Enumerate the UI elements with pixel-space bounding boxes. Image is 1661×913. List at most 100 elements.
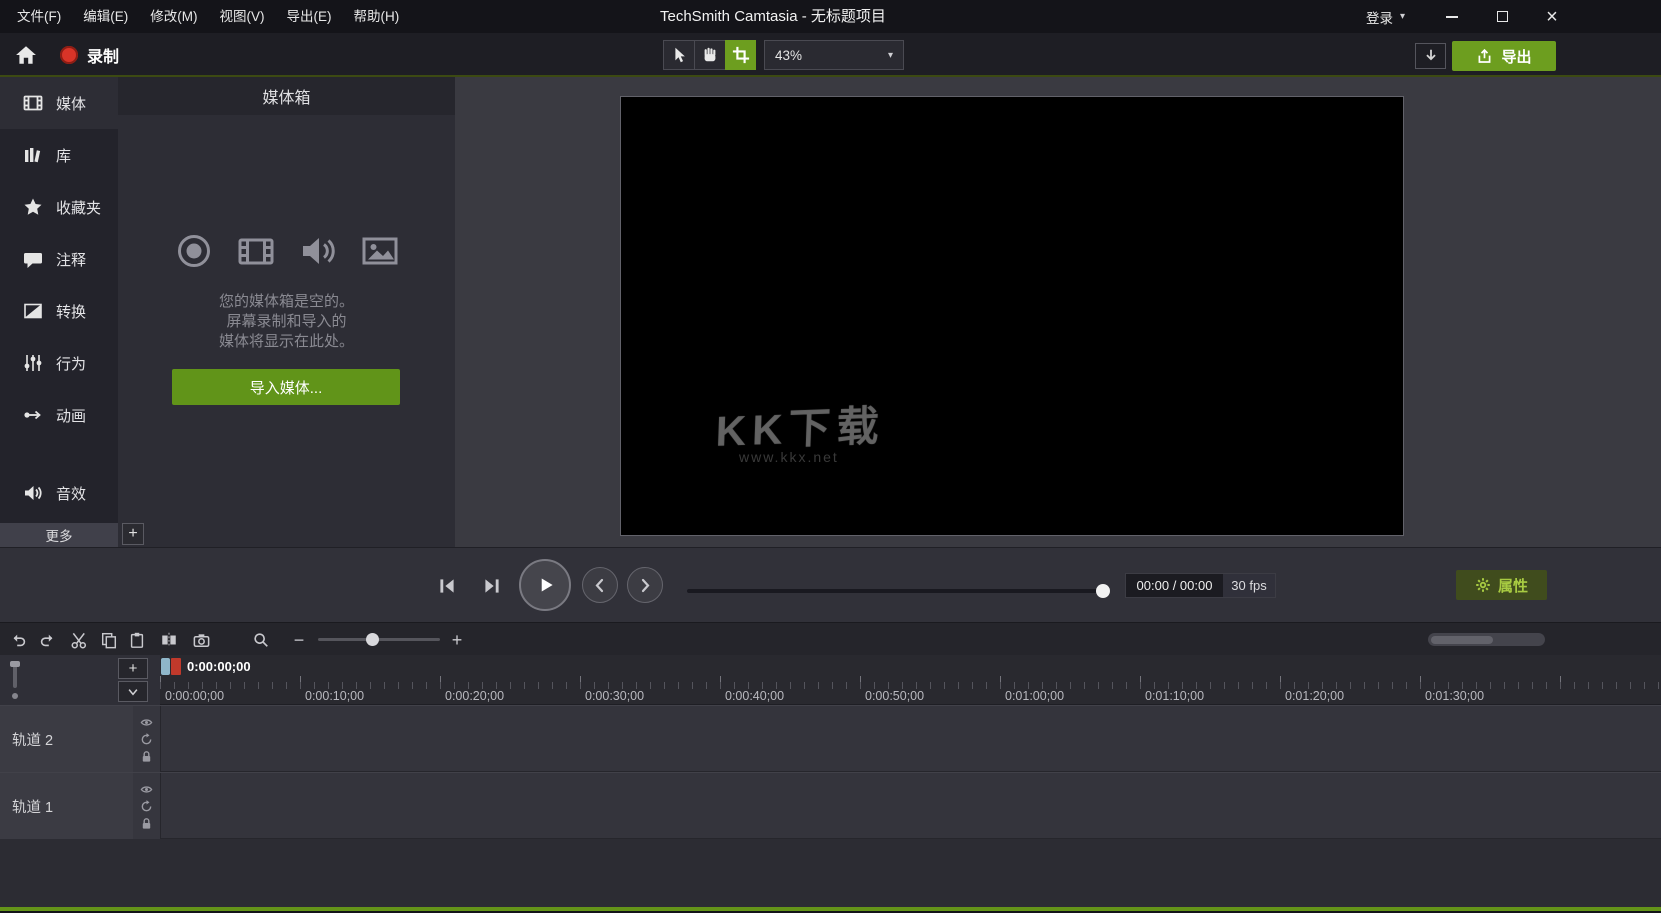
playhead-out-handle[interactable] xyxy=(171,658,181,675)
callout-icon xyxy=(23,249,43,269)
video-preview[interactable]: KK下载 www.kkx.net xyxy=(620,96,1404,536)
scrubber-knob[interactable] xyxy=(1096,584,1110,598)
media-bin-empty-icons xyxy=(118,232,455,270)
download-icon xyxy=(1422,47,1440,65)
minimize-button[interactable] xyxy=(1427,0,1477,33)
timeline-fit-bar[interactable] xyxy=(1428,633,1545,646)
home-button[interactable] xyxy=(12,42,40,68)
lock-icon[interactable] xyxy=(140,817,153,830)
next-frame-button[interactable] xyxy=(474,568,510,604)
sidebar-item-annotations[interactable]: 注释 xyxy=(0,233,118,285)
timeline-fit-thumb[interactable] xyxy=(1431,636,1493,644)
track-1-header[interactable]: 轨道 1 xyxy=(0,773,133,839)
timeline-zoom-slider[interactable] xyxy=(318,638,440,641)
jump-back-button[interactable] xyxy=(582,567,618,603)
undo-icon xyxy=(10,631,28,649)
close-button[interactable]: × xyxy=(1527,0,1577,33)
timeline-ruler[interactable]: 0:00:00;00 0:00:10;00 0:00:20;00 0:00:30… xyxy=(160,655,1661,705)
track-row: 轨道 2 xyxy=(0,705,1661,772)
previous-frame-icon xyxy=(436,575,458,597)
menu-help[interactable]: 帮助(H) xyxy=(343,0,411,33)
track-name: 轨道 1 xyxy=(12,796,53,817)
track-height-knob[interactable] xyxy=(10,661,20,667)
add-media-button[interactable]: + xyxy=(122,523,144,545)
sidebar-item-audio-effects[interactable]: 音效 xyxy=(0,467,118,519)
chevron-right-icon xyxy=(635,575,655,595)
maximize-button[interactable] xyxy=(1477,0,1527,33)
zoom-level-value: 43% xyxy=(775,48,888,63)
sidebar-item-library[interactable]: 库 xyxy=(0,129,118,181)
cursor-tool-button[interactable] xyxy=(663,40,694,70)
menu-view[interactable]: 视图(V) xyxy=(209,0,276,33)
ruler-label: 0:01:10;00 xyxy=(1145,689,1204,703)
sidebar-item-media[interactable]: 媒体 xyxy=(0,77,118,129)
menu-modify[interactable]: 修改(M) xyxy=(139,0,208,33)
copy-button[interactable] xyxy=(98,629,120,651)
home-icon xyxy=(15,44,37,66)
track-2-header[interactable]: 轨道 2 xyxy=(0,706,133,772)
record-label: 录制 xyxy=(87,43,119,67)
main-toolbar: 录制 43% ▾ 导出 xyxy=(0,33,1661,77)
paste-icon xyxy=(128,631,146,649)
zoom-in-button[interactable]: + xyxy=(446,629,468,651)
sidebar-item-animations[interactable]: 动画 xyxy=(0,389,118,441)
film-icon xyxy=(237,232,275,270)
ruler-label: 0:01:00;00 xyxy=(1005,689,1064,703)
track-2-content[interactable] xyxy=(160,706,1661,772)
tools-sidebar: 媒体 库 收藏夹 注释 转换 行为 动画 音效 xyxy=(0,77,118,547)
loop-icon[interactable] xyxy=(140,733,153,746)
speaker-icon xyxy=(299,232,337,270)
track-1-content[interactable] xyxy=(160,773,1661,839)
collapse-tracks-button[interactable] xyxy=(118,681,148,702)
crop-tool-button[interactable] xyxy=(725,40,756,70)
redo-button[interactable] xyxy=(36,629,58,651)
lock-icon[interactable] xyxy=(140,750,153,763)
timeline-zoom-knob[interactable] xyxy=(366,633,379,646)
timeline-toolbar: − + xyxy=(0,622,1661,655)
split-icon xyxy=(160,631,178,649)
media-bin-title: 媒体箱 xyxy=(118,77,455,115)
chevron-down-icon: ▾ xyxy=(1400,11,1405,22)
properties-button[interactable]: 属性 xyxy=(1456,570,1547,600)
camera-icon xyxy=(192,631,211,650)
more-label: 更多 xyxy=(46,525,73,545)
download-button[interactable] xyxy=(1415,43,1446,69)
jump-forward-button[interactable] xyxy=(627,567,663,603)
redo-icon xyxy=(38,631,56,649)
scrubber-slider[interactable] xyxy=(687,584,1110,598)
sidebar-item-favorites[interactable]: 收藏夹 xyxy=(0,181,118,233)
cut-button[interactable] xyxy=(68,629,90,651)
menu-bar: 文件(F) 编辑(E) 修改(M) 视图(V) 导出(E) 帮助(H) Tech… xyxy=(0,0,1661,33)
zoom-level-select[interactable]: 43% ▾ xyxy=(764,40,904,70)
menu-edit[interactable]: 编辑(E) xyxy=(72,0,139,33)
undo-button[interactable] xyxy=(8,629,30,651)
eye-icon[interactable] xyxy=(140,716,153,729)
split-button[interactable] xyxy=(158,629,180,651)
snapshot-button[interactable] xyxy=(190,629,212,651)
library-icon xyxy=(23,145,43,165)
paste-button[interactable] xyxy=(126,629,148,651)
play-button[interactable] xyxy=(519,559,571,611)
copy-icon xyxy=(100,631,118,649)
export-button[interactable]: 导出 xyxy=(1452,41,1556,71)
sidebar-more-button[interactable]: 更多 xyxy=(0,523,118,547)
image-icon xyxy=(361,232,399,270)
import-media-button[interactable]: 导入媒体... xyxy=(172,369,400,405)
pan-tool-button[interactable] xyxy=(694,40,725,70)
eye-icon[interactable] xyxy=(140,783,153,796)
timeline-zoom-button[interactable] xyxy=(250,629,272,651)
sidebar-item-transitions[interactable]: 转换 xyxy=(0,285,118,337)
zoom-out-button[interactable]: − xyxy=(288,629,310,651)
sidebar-item-behaviors[interactable]: 行为 xyxy=(0,337,118,389)
playhead-handle[interactable] xyxy=(161,658,170,675)
signin-button[interactable]: 登录 ▾ xyxy=(1366,0,1405,33)
share-icon xyxy=(1476,48,1493,65)
loop-icon[interactable] xyxy=(140,800,153,813)
menu-file[interactable]: 文件(F) xyxy=(6,0,72,33)
sidebar-item-label: 动画 xyxy=(56,405,86,426)
add-track-button[interactable]: + xyxy=(118,658,148,679)
ruler-label: 0:00:30;00 xyxy=(585,689,644,703)
menu-export[interactable]: 导出(E) xyxy=(276,0,343,33)
previous-frame-button[interactable] xyxy=(429,568,465,604)
record-button[interactable]: 录制 xyxy=(52,40,127,70)
